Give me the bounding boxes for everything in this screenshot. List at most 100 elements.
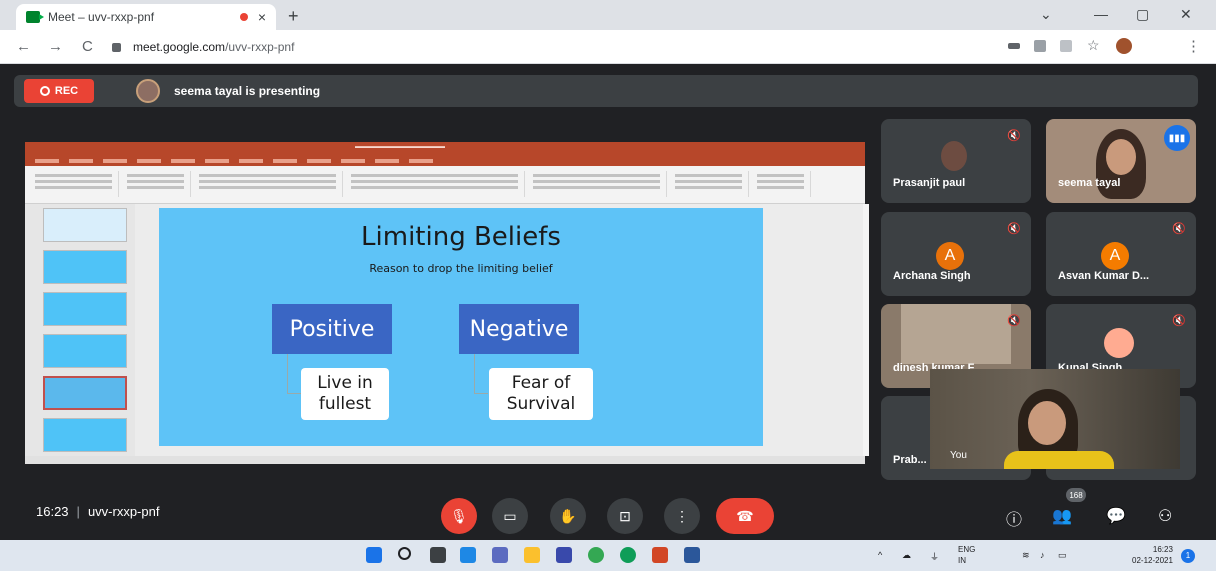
powerpoint-title-bar: ▬▬▬▬▬▬▬▬▬▬▬▬▬▬▬	[25, 142, 865, 156]
people-icon[interactable]: 👥	[1052, 506, 1072, 526]
minimize-button[interactable]: —	[1094, 6, 1108, 22]
browser-menu-icon[interactable]: ⋮	[1186, 37, 1201, 55]
share-icon[interactable]	[1060, 40, 1072, 52]
slide-subtitle: Reason to drop the limiting belief	[369, 262, 553, 275]
negative-box: Negative	[459, 304, 579, 354]
forward-button[interactable]: →	[48, 38, 63, 55]
participant-video	[901, 304, 1011, 364]
slide-thumbnail-selected	[43, 376, 127, 410]
slide-thumbnail-pane	[25, 204, 135, 456]
new-tab-button[interactable]: +	[288, 6, 299, 27]
usb-icon[interactable]: ⏚	[930, 550, 939, 563]
participant-count-badge: 168	[1066, 488, 1086, 502]
powerpoint-ribbon-tabs	[25, 156, 865, 166]
language-indicator[interactable]: ENG IN	[958, 544, 975, 566]
powerpoint-icon[interactable]	[652, 547, 668, 563]
camera-toggle-button[interactable]: ▭	[492, 498, 528, 534]
slide-scrollbar	[863, 204, 869, 456]
mic-toggle-button[interactable]: 🎙	[441, 498, 477, 534]
meeting-separator: |	[76, 504, 80, 519]
participant-face	[1106, 139, 1136, 175]
more-vert-icon: ⋮	[675, 507, 689, 524]
slide-thumbnail	[43, 334, 127, 368]
leave-call-button[interactable]: ☎	[716, 498, 774, 534]
self-view[interactable]: You	[930, 369, 1180, 469]
wifi-icon[interactable]: ≋	[1022, 550, 1030, 561]
left-item-line2: fullest	[318, 394, 372, 414]
participant-photo	[941, 141, 967, 171]
meeting-code: uvv-rxxp-pnf	[87, 504, 160, 519]
file-explorer-icon[interactable]	[524, 547, 540, 563]
right-item-line2: Survival	[506, 394, 576, 414]
extension-icon[interactable]	[1034, 40, 1046, 52]
connector-line	[287, 354, 301, 394]
camera-in-use-icon[interactable]	[1008, 43, 1020, 49]
slide-thumbnail	[43, 292, 127, 326]
participant-tile[interactable]: 🔇 A Asvan Kumar D...	[1046, 212, 1196, 296]
taskbar-date: 02-12-2021	[1132, 556, 1173, 565]
language-code: ENG	[958, 545, 976, 554]
present-now-button[interactable]: ⊡	[607, 498, 643, 534]
battery-icon[interactable]: ▭	[1058, 550, 1067, 561]
presenting-banner: REC seema tayal is presenting	[14, 75, 1198, 107]
lock-icon	[112, 42, 121, 52]
meet-favicon-icon	[26, 11, 44, 23]
notification-badge[interactable]: 1	[1181, 549, 1195, 563]
powerpoint-caption: ▬▬▬▬▬▬▬▬▬▬▬▬▬▬▬	[355, 144, 445, 150]
meeting-controls-bar: 16:23 | uvv-rxxp-pnf 🎙 ▭ ✋ ⊡ ⋮ ☎ ⓘ 168 👥 💬…	[0, 484, 1216, 540]
browser-tab[interactable]: Meet – uvv-rxxp-pnf ×	[16, 4, 276, 30]
meeting-details-icon[interactable]: ⓘ	[1006, 506, 1022, 530]
powerpoint-ribbon	[25, 166, 865, 204]
rec-label: REC	[54, 85, 79, 97]
hand-icon: ✋	[559, 507, 577, 524]
presenter-avatar	[136, 79, 160, 103]
back-button[interactable]: ←	[16, 38, 31, 55]
participant-tile[interactable]: 🔇 Prasanjit paul	[881, 119, 1031, 203]
url-field[interactable]: meet.google.com /uvv-rxxp-pnf	[112, 35, 992, 59]
edge-icon[interactable]	[620, 547, 636, 563]
windows-taskbar: ^ ☁ ⏚ ENG IN ≋ ♪ ▭ 16:23 02-12-2021 1	[0, 540, 1216, 571]
participant-avatar	[1104, 328, 1134, 358]
participant-tile[interactable]: ▮▮▮ seema tayal	[1046, 119, 1196, 203]
tray-overflow-icon[interactable]: ^	[878, 550, 882, 560]
left-item-line1: Live in	[317, 372, 373, 393]
teams-chat-icon[interactable]	[492, 547, 508, 563]
tab-close-icon[interactable]: ×	[258, 9, 266, 25]
activities-icon[interactable]: ⚇	[1158, 506, 1172, 526]
maximize-button[interactable]: ▢	[1136, 6, 1149, 23]
hang-up-icon: ☎	[736, 507, 754, 524]
participant-tile[interactable]: 🔇 A Archana Singh	[881, 212, 1031, 296]
close-window-button[interactable]: ✕	[1180, 6, 1192, 23]
bookmark-star-icon[interactable]: ☆	[1087, 37, 1100, 54]
volume-icon[interactable]: ♪	[1040, 550, 1045, 560]
widgets-icon[interactable]	[460, 547, 476, 563]
meeting-time: 16:23	[36, 504, 69, 519]
mic-off-icon: 🔇	[1007, 130, 1021, 142]
mic-off-icon: 🔇	[1007, 315, 1021, 327]
language-region: IN	[958, 556, 966, 565]
profile-avatar[interactable]	[1116, 38, 1132, 54]
tab-search-chevron-icon[interactable]: ⌄	[1040, 6, 1052, 23]
store-icon[interactable]	[556, 547, 572, 563]
meeting-details: 16:23 | uvv-rxxp-pnf	[36, 504, 159, 519]
recording-indicator-icon	[239, 13, 248, 21]
participant-avatar: A	[936, 242, 964, 270]
participant-name: Archana Singh	[893, 270, 971, 282]
reload-button[interactable]: C	[82, 38, 93, 55]
word-icon[interactable]	[684, 547, 700, 563]
presenting-text: seema tayal is presenting	[174, 84, 321, 98]
participant-name: seema tayal	[1058, 177, 1121, 189]
chrome-icon[interactable]	[588, 547, 604, 563]
start-icon[interactable]	[366, 547, 382, 563]
raise-hand-button[interactable]: ✋	[550, 498, 586, 534]
speaking-indicator-icon: ▮▮▮	[1164, 125, 1190, 151]
recording-badge: REC	[24, 79, 94, 103]
more-options-button[interactable]: ⋮	[664, 498, 700, 534]
participant-name: Prab...	[893, 454, 927, 466]
chat-icon[interactable]: 💬	[1106, 506, 1126, 526]
task-view-icon[interactable]	[430, 547, 446, 563]
participant-name: Asvan Kumar D...	[1058, 270, 1150, 282]
taskbar-clock[interactable]: 16:23 02-12-2021	[1132, 544, 1173, 566]
onedrive-icon[interactable]: ☁	[902, 550, 911, 561]
search-icon[interactable]	[398, 547, 411, 560]
